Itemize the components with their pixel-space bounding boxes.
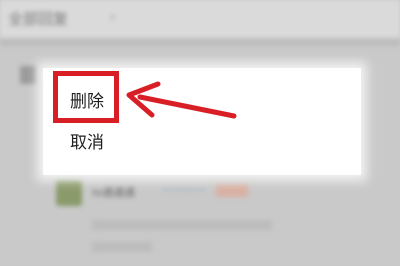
comment-username: lo通通通 (92, 186, 135, 199)
comment-item: lo通通通 (56, 176, 386, 266)
comment-text-line (92, 242, 152, 252)
level-badge (216, 184, 248, 197)
highlight-box (53, 71, 119, 123)
side-tile (20, 66, 36, 84)
username-decoration (164, 188, 204, 197)
page-header: 全部回复 › (0, 0, 400, 38)
chevron-right-icon: › (110, 10, 116, 25)
comment-text-line (92, 220, 272, 230)
page-title: 全部回复 (8, 10, 69, 28)
section-divider (0, 38, 400, 46)
avatar (56, 180, 82, 206)
cancel-menu-item[interactable]: 取消 (70, 129, 190, 157)
